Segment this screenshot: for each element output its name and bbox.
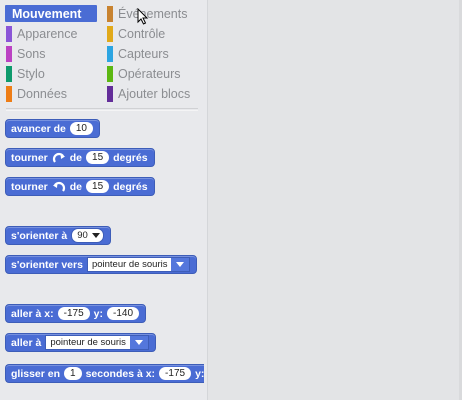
chevron-down-icon: [134, 340, 143, 345]
y-input[interactable]: -140: [106, 307, 139, 320]
direction-value: 90: [77, 230, 88, 241]
block-text: y:: [93, 307, 103, 320]
category-pen[interactable]: Stylo: [6, 65, 45, 83]
x-input[interactable]: -175: [159, 367, 192, 380]
block-text: de: [69, 180, 83, 193]
block-turn-right[interactable]: tourner de 15 degrés: [5, 148, 155, 167]
scripts-area[interactable]: [208, 0, 462, 400]
block-text: tourner: [11, 180, 48, 193]
block-palette: Mouvement Apparence Sons Stylo Données É…: [0, 0, 208, 400]
category-more-blocks[interactable]: Ajouter blocs: [107, 85, 190, 103]
block-text: glisser en: [11, 367, 61, 380]
block-text: tourner: [11, 151, 48, 164]
category-looks[interactable]: Apparence: [6, 25, 77, 43]
chevron-down-icon: [91, 233, 100, 238]
category-label: Capteurs: [118, 47, 169, 61]
block-go-to-xy[interactable]: aller à x: -175 y: -140: [5, 304, 146, 323]
category-label: Événements: [118, 7, 188, 21]
category-label: Opérateurs: [118, 67, 181, 81]
category-color-swatch: [107, 86, 113, 102]
category-data[interactable]: Données: [6, 85, 67, 103]
category-sensing[interactable]: Capteurs: [107, 45, 169, 63]
block-point-towards[interactable]: s'orienter vers pointeur de souris: [5, 255, 198, 274]
palette-divider: [6, 108, 198, 109]
category-sound[interactable]: Sons: [6, 45, 46, 63]
category-color-swatch: [6, 86, 12, 102]
block-move-steps[interactable]: avancer de 10: [5, 119, 100, 138]
category-color-swatch: [107, 46, 113, 62]
block-text: y:: [195, 367, 205, 380]
block-text: s'orienter à: [11, 229, 68, 242]
category-label: Apparence: [17, 27, 78, 41]
mouse-cursor-icon: [137, 8, 149, 25]
category-color-swatch: [6, 46, 12, 62]
category-label: Ajouter blocs: [118, 87, 191, 101]
block-text: degrés: [113, 180, 148, 193]
target-dropdown[interactable]: pointeur de souris: [86, 257, 191, 272]
category-label: Sons: [17, 47, 46, 61]
block-text: s'orienter vers: [11, 258, 83, 271]
steps-input[interactable]: 10: [69, 122, 93, 135]
category-color-swatch: [107, 26, 113, 42]
category-motion[interactable]: Mouvement: [0, 5, 100, 23]
block-text: aller à x:: [11, 307, 54, 320]
category-label: Mouvement: [12, 7, 82, 21]
category-label: Stylo: [17, 67, 45, 81]
block-text: de: [69, 151, 83, 164]
degrees-input[interactable]: 15: [86, 151, 110, 164]
direction-dropdown[interactable]: 90: [71, 228, 104, 243]
category-color-swatch: [6, 66, 12, 82]
seconds-input[interactable]: 1: [64, 367, 82, 380]
x-input[interactable]: -175: [57, 307, 90, 320]
target-value: pointeur de souris: [87, 258, 172, 271]
category-control[interactable]: Contrôle: [107, 25, 165, 43]
target-value: pointeur de souris: [46, 336, 130, 349]
block-text: secondes à x:: [85, 367, 156, 380]
category-operators[interactable]: Opérateurs: [107, 65, 181, 83]
category-label: Données: [17, 87, 68, 101]
block-text: avancer de: [11, 122, 66, 135]
target-dropdown[interactable]: pointeur de souris: [45, 335, 149, 350]
category-label: Contrôle: [118, 27, 166, 41]
rotate-counterclockwise-icon: [52, 181, 65, 192]
block-glide[interactable]: glisser en 1 secondes à x: -175 y:: [5, 364, 205, 383]
category-color-swatch: [6, 26, 12, 42]
chevron-down-icon: [176, 262, 185, 267]
degrees-input[interactable]: 15: [86, 180, 110, 193]
block-turn-left[interactable]: tourner de 15 degrés: [5, 177, 155, 196]
rotate-clockwise-icon: [52, 152, 65, 163]
block-text: degrés: [113, 151, 148, 164]
category-color-swatch: [107, 66, 113, 82]
block-text: aller à: [11, 336, 42, 349]
category-color-swatch: [107, 6, 113, 22]
block-point-in-direction[interactable]: s'orienter à 90: [5, 226, 111, 245]
palette-divider-highlight: [6, 110, 198, 111]
block-go-to[interactable]: aller à pointeur de souris: [5, 333, 156, 352]
